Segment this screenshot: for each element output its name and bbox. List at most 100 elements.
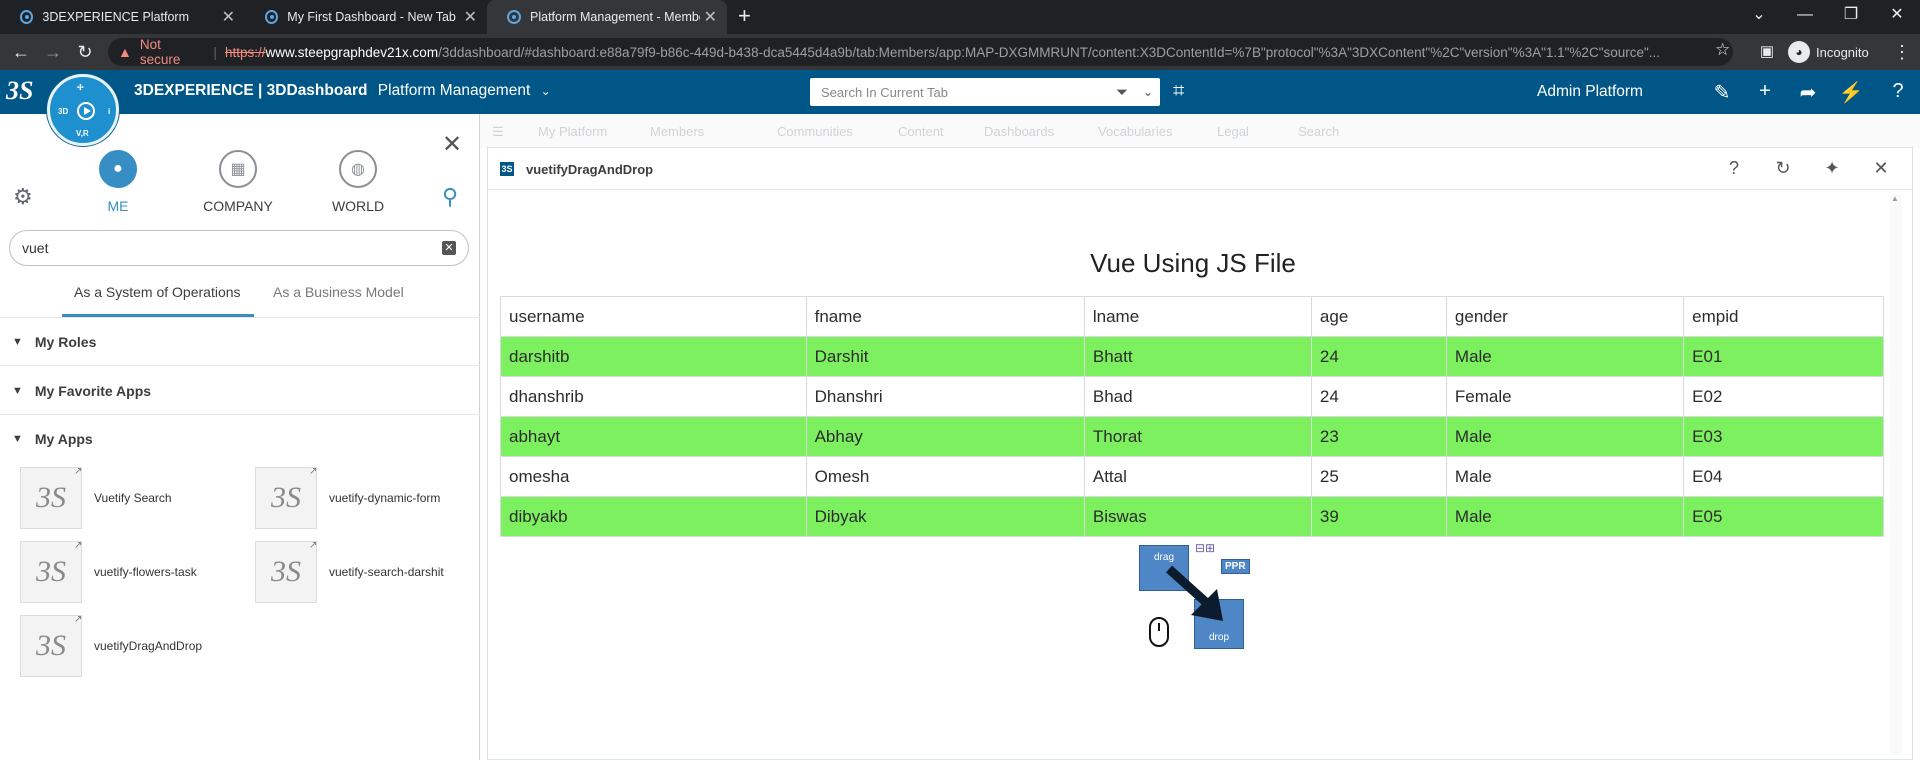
collaborate-icon[interactable]: ⚡ bbox=[1838, 80, 1864, 105]
compass-3d-label: 3D bbox=[58, 107, 69, 116]
widget-frame: 3S vuetifyDragAndDrop ? ↻ ✦ ✕ Vue Using … bbox=[487, 147, 1913, 760]
app-tile[interactable]: 3S ↗ vuetify-search-darshit bbox=[255, 540, 485, 605]
close-window-icon[interactable]: ✕ bbox=[1874, 0, 1920, 30]
drop-label: drop bbox=[1208, 632, 1229, 643]
table-cell: abhayt bbox=[500, 416, 807, 457]
reload-icon[interactable]: ↻ bbox=[73, 40, 97, 64]
drag-drop-illustration[interactable]: drag ⊟⊞ PPR drop bbox=[1139, 541, 1259, 651]
dashboard-tab[interactable]: Dashboards bbox=[984, 124, 1054, 139]
bookmark-star-icon[interactable]: ☆ bbox=[1715, 40, 1730, 60]
app-tile[interactable]: 3S ↗ vuetify-dynamic-form bbox=[255, 466, 485, 531]
new-tab-icon[interactable]: + bbox=[738, 5, 751, 27]
tab-title: My First Dashboard - New Tab bbox=[287, 10, 456, 24]
search-icon[interactable]: ⚲ bbox=[442, 184, 458, 210]
widget-heading: Vue Using JS File bbox=[1090, 248, 1296, 278]
table-cell: dibyakb bbox=[500, 496, 807, 537]
close-panel-icon[interactable]: ✕ bbox=[442, 130, 462, 159]
browser-tab-3dexperience[interactable]: 3DEXPERIENCE Platform ✕ bbox=[0, 0, 245, 34]
close-tab-icon[interactable]: ✕ bbox=[464, 7, 477, 27]
section-my-apps[interactable]: ▼ My Apps bbox=[0, 415, 480, 463]
refresh-icon[interactable]: ↻ bbox=[1771, 158, 1795, 179]
filter-icon[interactable]: ⏷ bbox=[1116, 84, 1128, 101]
table-cell: E05 bbox=[1683, 496, 1884, 537]
notification-icon[interactable]: ✎ bbox=[1709, 80, 1735, 105]
tag-icon[interactable]: ⌗ bbox=[1173, 80, 1184, 103]
forward-icon[interactable]: → bbox=[41, 40, 65, 64]
add-icon[interactable]: + bbox=[1752, 80, 1778, 103]
dashboard-tab[interactable]: Content bbox=[898, 124, 944, 139]
table-cell: Male bbox=[1445, 416, 1685, 457]
3ds-logo-icon[interactable]: 3S bbox=[6, 76, 33, 106]
table-header-row: username fname lname age gender empid bbox=[500, 296, 1884, 337]
user-label[interactable]: Admin Platform bbox=[1537, 83, 1643, 101]
table-row[interactable]: omesha Omesh Attal 25 Male E04 bbox=[500, 456, 1884, 497]
url-bar[interactable]: ▲ Not secure | https:// www.steepgraphde… bbox=[108, 37, 1733, 67]
section-label: My Apps bbox=[34, 431, 93, 447]
widget-title: vuetifyDragAndDrop bbox=[526, 162, 654, 177]
dashboard-tab[interactable]: Legal bbox=[1217, 124, 1249, 139]
close-tab-icon[interactable]: ✕ bbox=[704, 7, 717, 27]
section-my-roles[interactable]: ▼ My Roles bbox=[0, 318, 480, 366]
3ds-widget-icon: 3S bbox=[500, 162, 514, 176]
3dx-favicon-icon bbox=[507, 10, 521, 24]
external-link-icon: ↗ bbox=[309, 540, 318, 551]
chevron-down-icon[interactable]: ⌄ bbox=[1136, 85, 1160, 99]
minimize-icon[interactable]: — bbox=[1782, 0, 1828, 30]
table-cell: E03 bbox=[1683, 416, 1884, 457]
warning-icon: ▲ bbox=[118, 44, 132, 60]
table-cell: Male bbox=[1445, 336, 1685, 377]
clear-icon[interactable]: ✕ bbox=[442, 241, 456, 255]
tab-system-of-operations[interactable]: As a System of Operations bbox=[74, 284, 241, 300]
hamburger-icon[interactable]: ☰ bbox=[492, 124, 504, 140]
tab-search-icon[interactable]: ⌄ bbox=[1736, 0, 1782, 30]
gear-icon[interactable]: ⚙ bbox=[13, 184, 33, 210]
browser-tab-dashboard[interactable]: My First Dashboard - New Tab ✕ bbox=[245, 0, 487, 34]
table-row[interactable]: darshitb Darshit Bhatt 24 Male E01 bbox=[500, 336, 1884, 377]
table-cell: 39 bbox=[1310, 496, 1447, 537]
app-search-input[interactable]: vuet ✕ bbox=[9, 230, 469, 266]
dashboard-tab[interactable]: My Platform bbox=[538, 124, 607, 139]
table-row[interactable]: dhanshrib Dhanshri Bhad 24 Female E02 bbox=[500, 376, 1884, 417]
incognito-indicator[interactable]: ◕ Incognito bbox=[1788, 38, 1869, 66]
scope-me[interactable]: ● ME bbox=[73, 150, 163, 214]
tab-title: 3DEXPERIENCE Platform bbox=[42, 10, 189, 24]
scope-company[interactable]: ▦ COMPANY bbox=[193, 150, 283, 214]
mouse-icon bbox=[1149, 617, 1169, 647]
caret-down-icon: ▼ bbox=[12, 335, 23, 348]
side-panel-icon[interactable]: ▣ bbox=[1755, 40, 1779, 64]
scope-world[interactable]: ◍ WORLD bbox=[313, 150, 403, 214]
search-placeholder: Search In Current Tab bbox=[821, 84, 948, 100]
dashboard-tab[interactable]: Members bbox=[650, 124, 704, 139]
dashboard-tab[interactable]: Vocabularies bbox=[1098, 124, 1172, 139]
table-cell: 23 bbox=[1310, 416, 1447, 457]
table-row[interactable]: dibyakb Dibyak Biswas 39 Male E05 bbox=[500, 496, 1884, 537]
table-cell: 24 bbox=[1310, 376, 1447, 417]
app-tile[interactable]: 3S ↗ vuetifyDragAndDrop bbox=[20, 614, 250, 679]
dashboard-tab[interactable]: Communities bbox=[777, 124, 853, 139]
close-widget-icon[interactable]: ✕ bbox=[1869, 158, 1893, 179]
share-icon[interactable]: ➦ bbox=[1795, 80, 1821, 105]
table-cell: Abhay bbox=[805, 416, 1085, 457]
search-input[interactable]: Search In Current Tab ⏷ ⌄ bbox=[810, 78, 1160, 106]
close-tab-icon[interactable]: ✕ bbox=[222, 7, 235, 27]
back-icon[interactable]: ← bbox=[9, 40, 33, 64]
browser-menu-icon[interactable]: ⋮ bbox=[1890, 40, 1914, 64]
app-name: Vuetify Search bbox=[94, 491, 172, 505]
dashboard-tab[interactable]: Search bbox=[1298, 124, 1339, 139]
app-tile[interactable]: 3S ↗ vuetify-flowers-task bbox=[20, 540, 250, 605]
table-cell: Darshit bbox=[805, 336, 1085, 377]
compass-button[interactable]: ✢ 3D i V,R bbox=[47, 74, 119, 146]
compass-info-icon: i bbox=[108, 107, 111, 116]
help-icon[interactable]: ? bbox=[1885, 80, 1911, 103]
section-my-favorite-apps[interactable]: ▼ My Favorite Apps bbox=[0, 367, 480, 415]
table-row[interactable]: abhayt Abhay Thorat 23 Male E03 bbox=[500, 416, 1884, 457]
restore-icon[interactable]: ❐ bbox=[1828, 0, 1874, 30]
external-link-icon: ↗ bbox=[74, 540, 83, 551]
help-icon[interactable]: ? bbox=[1722, 158, 1746, 179]
app-tile[interactable]: 3S ↗ Vuetify Search bbox=[20, 466, 250, 531]
tab-business-model[interactable]: As a Business Model bbox=[273, 284, 404, 300]
browser-tab-platform-management[interactable]: Platform Management - Member ✕ bbox=[487, 0, 727, 34]
app-brand[interactable]: 3DEXPERIENCE | 3DDashboard Platform Mana… bbox=[134, 82, 551, 100]
pin-icon[interactable]: ✦ bbox=[1820, 158, 1844, 179]
column-header: fname bbox=[805, 296, 1085, 337]
